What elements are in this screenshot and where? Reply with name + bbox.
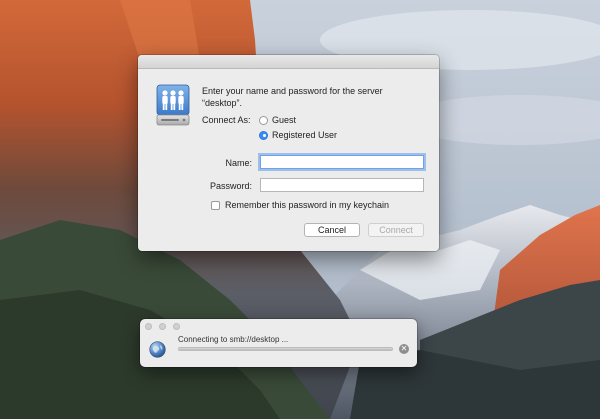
server-login-dialog: Enter your name and password for the ser… xyxy=(138,55,439,251)
radio-registered-user-indicator[interactable] xyxy=(259,130,268,140)
password-input[interactable] xyxy=(260,178,424,192)
password-label: Password: xyxy=(209,181,252,191)
remember-keychain-checkbox[interactable] xyxy=(211,200,220,210)
network-globe-icon xyxy=(149,341,166,358)
name-label: Name: xyxy=(225,158,252,168)
cancel-connection-button[interactable]: ✕ xyxy=(399,344,409,354)
connect-as-label: Connect As: xyxy=(202,115,251,125)
connection-progress-fill xyxy=(179,348,392,350)
connect-button[interactable]: Connect xyxy=(368,223,424,237)
close-icon: ✕ xyxy=(400,344,408,353)
name-input[interactable] xyxy=(260,155,424,169)
radio-guest[interactable]: Guest xyxy=(259,115,296,125)
connecting-progress-window: Connecting to smb://desktop ... ✕ xyxy=(140,319,417,367)
connecting-status-text: Connecting to smb://desktop ... xyxy=(178,335,289,344)
window-minimize-button[interactable] xyxy=(159,323,166,330)
remember-keychain-option[interactable]: Remember this password in my keychain xyxy=(211,200,389,210)
window-close-button[interactable] xyxy=(145,323,152,330)
radio-guest-indicator[interactable] xyxy=(259,115,268,125)
prompt-line-1: Enter your name and password for the ser… xyxy=(202,86,383,96)
remember-keychain-label: Remember this password in my keychain xyxy=(225,200,390,210)
cancel-button[interactable]: Cancel xyxy=(304,223,360,237)
radio-guest-label: Guest xyxy=(272,115,297,125)
prompt-line-2: “desktop”. xyxy=(202,98,243,108)
dialog-titlebar xyxy=(138,55,439,69)
login-prompt: Enter your name and password for the ser… xyxy=(202,85,430,109)
connection-progress-bar xyxy=(178,347,393,351)
radio-registered-user[interactable]: Registered User xyxy=(259,130,337,140)
window-zoom-button[interactable] xyxy=(173,323,180,330)
radio-registered-user-label: Registered User xyxy=(272,130,338,140)
file-server-icon xyxy=(156,84,190,126)
